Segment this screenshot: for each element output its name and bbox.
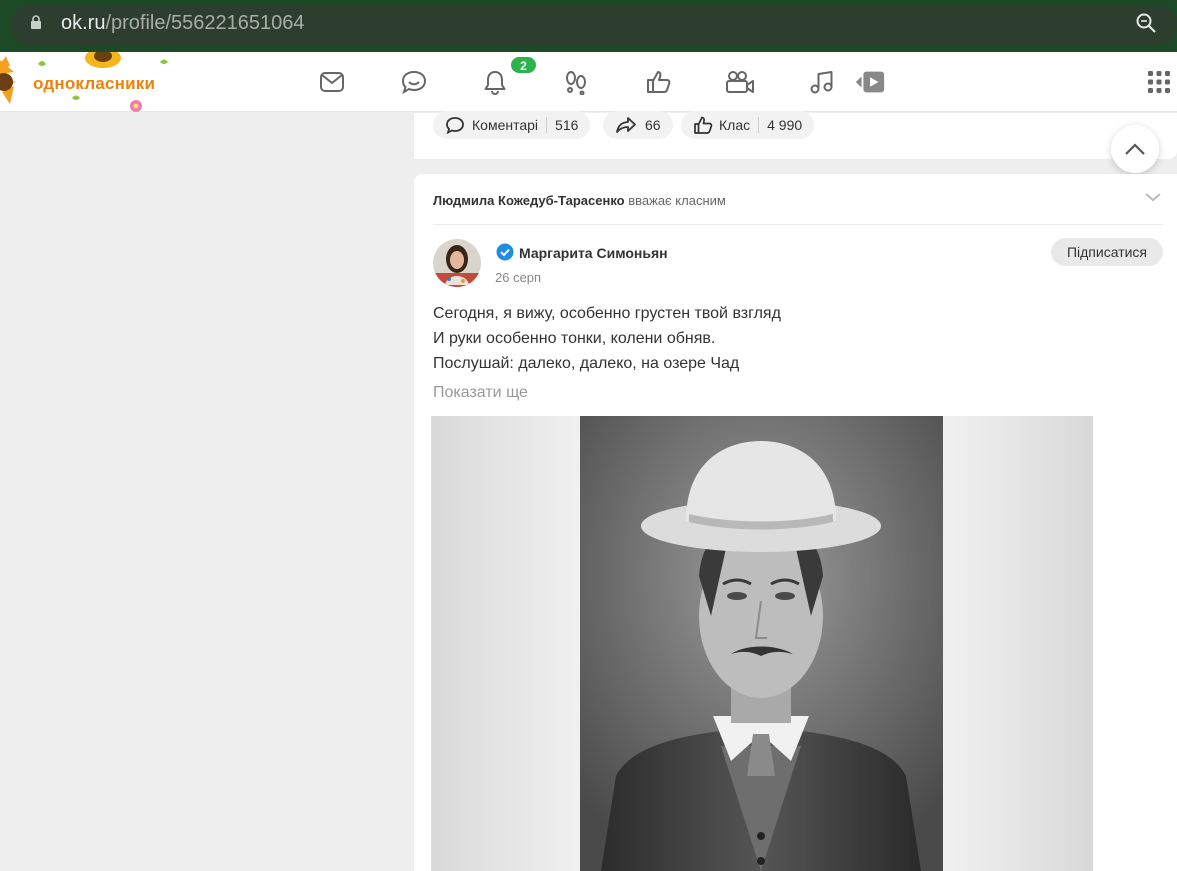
chevron-up-icon (1125, 143, 1145, 155)
video-icon[interactable] (724, 66, 756, 98)
post-text-line: И руки особенно тонки, колени обняв. (433, 330, 716, 347)
search-icon[interactable] (1135, 12, 1157, 34)
author-avatar[interactable] (433, 239, 481, 287)
left-column (0, 113, 414, 871)
like-count: 4 990 (767, 117, 803, 133)
author-name[interactable]: Маргарита Симоньян (519, 245, 668, 261)
share-button[interactable]: 66 (603, 111, 673, 139)
post-text-line: Послушай: далеко, далеко, на озере Чад (433, 355, 740, 372)
like-button[interactable]: Клас 4 990 (681, 111, 815, 139)
discussions-icon[interactable] (398, 66, 430, 98)
messages-icon[interactable] (316, 66, 348, 98)
liker-line: Людмила Кожедуб-Тарасенко вважає класним (433, 193, 726, 208)
site-header: однокласники 2 (0, 52, 1177, 112)
post-text-line: Сегодня, я вижу, особенно грустен твой в… (433, 305, 781, 322)
like-label: Клас (719, 117, 751, 133)
grid-icon[interactable] (1143, 66, 1175, 98)
post-photo[interactable] (431, 416, 1093, 871)
comments-label: Коментарі (472, 117, 539, 133)
comments-button[interactable]: Коментарі 516 (433, 111, 591, 139)
notifications-icon[interactable] (479, 66, 511, 98)
notifications-badge: 2 (510, 56, 537, 74)
show-more-link[interactable]: Показати ще (433, 384, 528, 402)
like-icon (694, 116, 713, 134)
post-date[interactable]: 26 серп (495, 270, 541, 285)
events-icon[interactable] (643, 66, 675, 98)
guests-icon[interactable] (560, 66, 592, 98)
divider (433, 224, 1163, 225)
liker-action: вважає класним (628, 193, 726, 208)
comment-icon (446, 117, 464, 134)
comments-count: 516 (555, 117, 579, 133)
url-text[interactable]: ok.ru/profile/556221651064 (61, 12, 305, 35)
browser-toolbar: ok.ru/profile/556221651064 (0, 0, 1177, 52)
site-logo[interactable]: однокласники (0, 52, 200, 112)
liker-name[interactable]: Людмила Кожедуб-Тарасенко (433, 193, 625, 208)
music-icon[interactable] (806, 66, 838, 98)
shares-count: 66 (645, 117, 661, 133)
share-icon (616, 117, 636, 133)
portrait-photo (580, 416, 943, 871)
verified-icon (496, 243, 514, 261)
logo-text: однокласники (33, 74, 156, 93)
games-icon[interactable] (854, 66, 886, 98)
lock-icon (31, 15, 41, 29)
scroll-up-button[interactable] (1111, 125, 1159, 173)
subscribe-button[interactable]: Підписатися (1051, 238, 1163, 266)
chevron-down-icon[interactable] (1143, 190, 1163, 204)
